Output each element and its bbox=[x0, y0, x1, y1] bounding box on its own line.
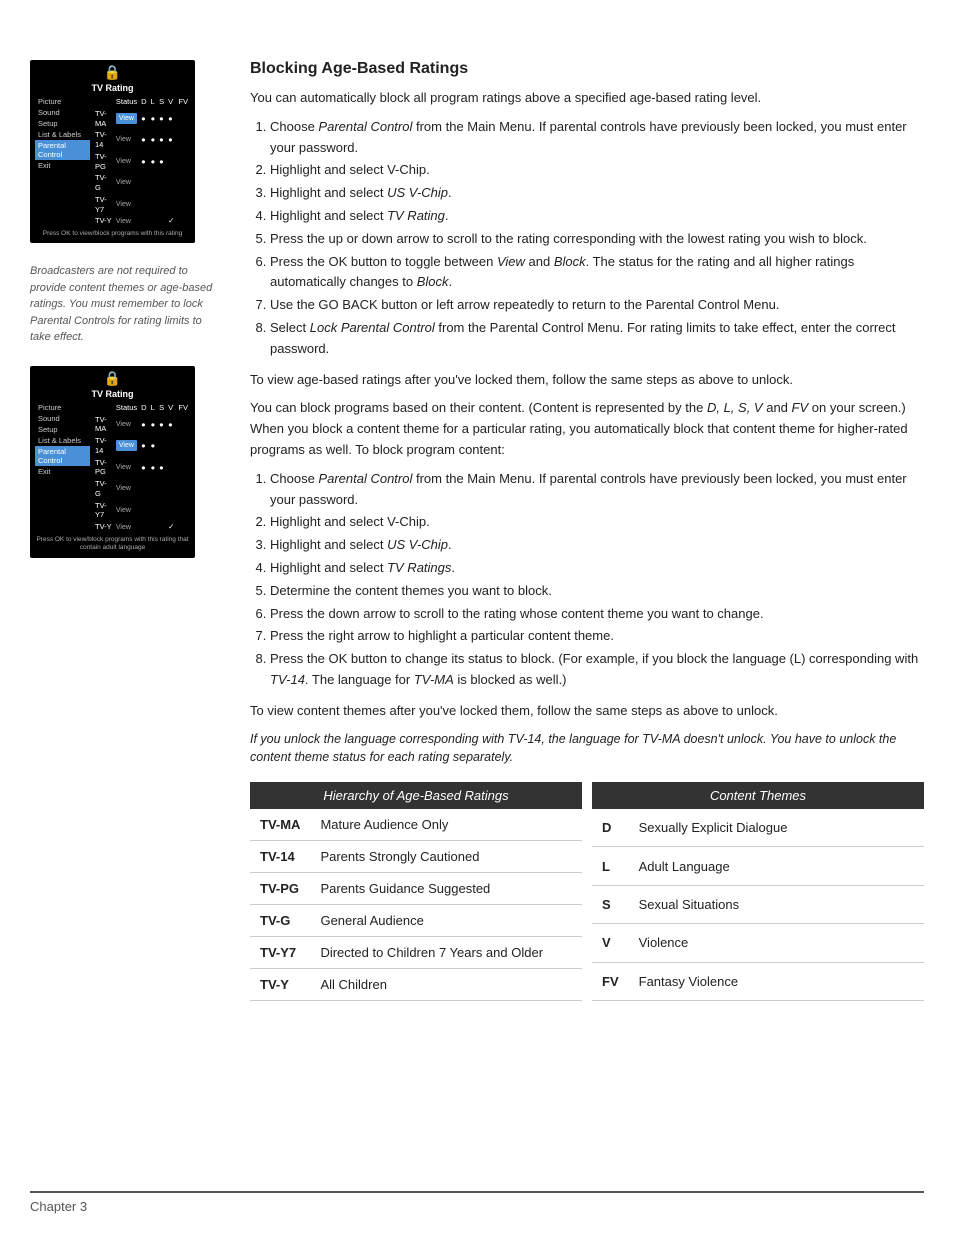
rating-code: TV-14 bbox=[250, 841, 310, 873]
tv-content-panel-1: Status DLSVFV TV-MA View ●●●● TV-14 View bbox=[90, 96, 190, 227]
section2-steps: Choose Parental Control from the Main Me… bbox=[270, 469, 924, 691]
step2-2: Highlight and select V-Chip. bbox=[270, 512, 924, 533]
content-themes-header: Content Themes bbox=[592, 782, 924, 809]
step1-7: Use the GO BACK button or left arrow rep… bbox=[270, 295, 924, 316]
tv-rating-table-2: Status DLSVFV TV-MA View ●●●● TV-14 View bbox=[93, 402, 190, 533]
rating-desc: Directed to Children 7 Years and Older bbox=[310, 937, 582, 969]
step2-1: Choose Parental Control from the Main Me… bbox=[270, 469, 924, 511]
tables-container: Hierarchy of Age-Based Ratings TV-MA Mat… bbox=[250, 782, 924, 1001]
rating-desc: Parents Strongly Cautioned bbox=[310, 841, 582, 873]
rating-desc: General Audience bbox=[310, 905, 582, 937]
step1-4: Highlight and select TV Rating. bbox=[270, 206, 924, 227]
step1-1: Choose Parental Control from the Main Me… bbox=[270, 117, 924, 159]
theme-code: FV bbox=[592, 962, 629, 1000]
menu-setup: Setup bbox=[35, 118, 90, 129]
lock-icon-2: 🔒 bbox=[35, 370, 190, 387]
age-ratings-header: Hierarchy of Age-Based Ratings bbox=[250, 782, 582, 809]
step1-5: Press the up or down arrow to scroll to … bbox=[270, 229, 924, 250]
menu2-picture: Picture bbox=[35, 402, 90, 413]
menu2-exit: Exit bbox=[35, 466, 90, 477]
tv-rating-title-1: TV Rating bbox=[35, 83, 190, 93]
theme-desc: Violence bbox=[629, 924, 924, 962]
step1-8: Select Lock Parental Control from the Pa… bbox=[270, 318, 924, 360]
tv-rating-table-1: Status DLSVFV TV-MA View ●●●● TV-14 View bbox=[93, 96, 190, 227]
step1-6: Press the OK button to toggle between Vi… bbox=[270, 252, 924, 294]
theme-code: S bbox=[592, 885, 629, 923]
content-themes-table: Content Themes D Sexually Explicit Dialo… bbox=[592, 782, 924, 1001]
tv-rating-footer-1: Press OK to view/block programs with thi… bbox=[35, 230, 190, 238]
rating-desc: Mature Audience Only bbox=[310, 809, 582, 841]
tv-menu-items-1: Picture Sound Setup List & Labels Parent… bbox=[35, 96, 90, 227]
menu-sound: Sound bbox=[35, 107, 90, 118]
tv-rating-box-2: 🔒 TV Rating Picture Sound Setup List & L… bbox=[30, 366, 195, 558]
theme-code: L bbox=[592, 847, 629, 885]
rating-code: TV-G bbox=[250, 905, 310, 937]
section1-intro: You can automatically block all program … bbox=[250, 88, 924, 109]
table-row: L Adult Language bbox=[592, 847, 924, 885]
rating-code: TV-Y bbox=[250, 969, 310, 1001]
table-row: D Sexually Explicit Dialogue bbox=[592, 809, 924, 847]
table-row: S Sexual Situations bbox=[592, 885, 924, 923]
page-footer: Chapter 3 bbox=[30, 1191, 924, 1214]
step2-8: Press the OK button to change its status… bbox=[270, 649, 924, 691]
step2-6: Press the down arrow to scroll to the ra… bbox=[270, 604, 924, 625]
lock-icon-1: 🔒 bbox=[35, 64, 190, 81]
theme-desc: Sexual Situations bbox=[629, 885, 924, 923]
table-row: V Violence bbox=[592, 924, 924, 962]
table-row: TV-Y7 Directed to Children 7 Years and O… bbox=[250, 937, 582, 969]
page-title: Blocking Age-Based Ratings bbox=[250, 60, 924, 78]
section1-view-note: To view age-based ratings after you've l… bbox=[250, 370, 924, 391]
theme-desc: Adult Language bbox=[629, 847, 924, 885]
tv-rating-box-1: 🔒 TV Rating Picture Sound Setup List & L… bbox=[30, 60, 195, 243]
rating-code: TV-MA bbox=[250, 809, 310, 841]
menu-list-labels: List & Labels bbox=[35, 129, 90, 140]
tv-rating-title-2: TV Rating bbox=[35, 389, 190, 399]
rating-desc: All Children bbox=[310, 969, 582, 1001]
theme-desc: Fantasy Violence bbox=[629, 962, 924, 1000]
page: 🔒 TV Rating Picture Sound Setup List & L… bbox=[0, 0, 954, 1234]
section2-italic-note: If you unlock the language corresponding… bbox=[250, 730, 924, 768]
menu2-list-labels: List & Labels bbox=[35, 435, 90, 446]
table-row: TV-G General Audience bbox=[250, 905, 582, 937]
section1-steps: Choose Parental Control from the Main Me… bbox=[270, 117, 924, 360]
section2-intro: You can block programs based on their co… bbox=[250, 398, 924, 460]
menu-picture: Picture bbox=[35, 96, 90, 107]
menu2-sound: Sound bbox=[35, 413, 90, 424]
step1-3: Highlight and select US V-Chip. bbox=[270, 183, 924, 204]
menu-parental-control: Parental Control bbox=[35, 140, 90, 160]
theme-code: V bbox=[592, 924, 629, 962]
rating-desc: Parents Guidance Suggested bbox=[310, 873, 582, 905]
menu2-parental-control: Parental Control bbox=[35, 446, 90, 466]
table-row: TV-MA Mature Audience Only bbox=[250, 809, 582, 841]
chapter-label: Chapter 3 bbox=[30, 1199, 87, 1214]
theme-code: D bbox=[592, 809, 629, 847]
age-ratings-table: Hierarchy of Age-Based Ratings TV-MA Mat… bbox=[250, 782, 582, 1001]
left-column: 🔒 TV Rating Picture Sound Setup List & L… bbox=[30, 60, 230, 1021]
theme-desc: Sexually Explicit Dialogue bbox=[629, 809, 924, 847]
menu-exit: Exit bbox=[35, 160, 90, 171]
tv-menu-2: Picture Sound Setup List & Labels Parent… bbox=[35, 402, 190, 533]
step2-4: Highlight and select TV Ratings. bbox=[270, 558, 924, 579]
right-column: Blocking Age-Based Ratings You can autom… bbox=[230, 60, 924, 1021]
step1-2: Highlight and select V-Chip. bbox=[270, 160, 924, 181]
table-row: TV-14 Parents Strongly Cautioned bbox=[250, 841, 582, 873]
step2-5: Determine the content themes you want to… bbox=[270, 581, 924, 602]
tv-rating-footer-2: Press OK to view/block programs with thi… bbox=[35, 536, 190, 553]
tv-content-panel-2: Status DLSVFV TV-MA View ●●●● TV-14 View bbox=[90, 402, 190, 533]
rating-code: TV-PG bbox=[250, 873, 310, 905]
step2-3: Highlight and select US V-Chip. bbox=[270, 535, 924, 556]
section2-view-note: To view content themes after you've lock… bbox=[250, 701, 924, 722]
tv-menu-1: Picture Sound Setup List & Labels Parent… bbox=[35, 96, 190, 227]
table-row: TV-PG Parents Guidance Suggested bbox=[250, 873, 582, 905]
table-row: FV Fantasy Violence bbox=[592, 962, 924, 1000]
table-row: TV-Y All Children bbox=[250, 969, 582, 1001]
rating-code: TV-Y7 bbox=[250, 937, 310, 969]
step2-7: Press the right arrow to highlight a par… bbox=[270, 626, 924, 647]
sidebar-note: Broadcasters are not required to provide… bbox=[30, 263, 220, 346]
tv-menu-items-2: Picture Sound Setup List & Labels Parent… bbox=[35, 402, 90, 533]
menu2-setup: Setup bbox=[35, 424, 90, 435]
